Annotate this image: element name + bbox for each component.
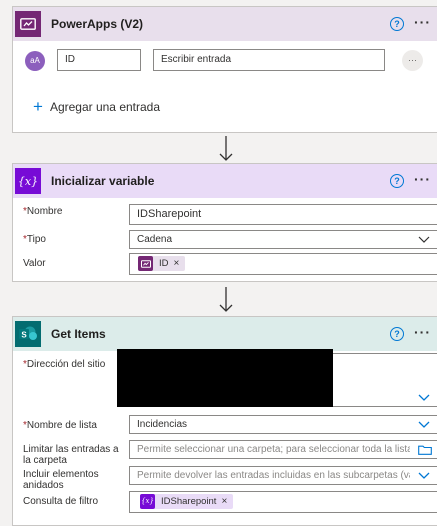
- powerapps-icon: [138, 256, 153, 271]
- redacted-block: [117, 349, 333, 407]
- variable-type-select[interactable]: Cadena: [129, 230, 437, 249]
- powerapps-icon: [15, 11, 41, 37]
- help-icon[interactable]: ?: [390, 174, 404, 188]
- powerapps-trigger-card: PowerApps (V2) ? ··· aA ID Escribir entr…: [12, 6, 437, 133]
- input-description-field[interactable]: Escribir entrada: [153, 49, 385, 71]
- name-label-text: Nombre: [26, 206, 63, 217]
- sharepoint-icon-letter: S: [21, 331, 27, 340]
- sharepoint-icon: S: [15, 321, 41, 347]
- name-label: *Nombre: [23, 206, 62, 217]
- flow-arrow-icon: [219, 136, 233, 161]
- add-input-label: Agregar una entrada: [49, 100, 161, 114]
- more-options-icon[interactable]: ···: [414, 171, 431, 187]
- plus-icon: +: [33, 97, 43, 116]
- type-value: Cadena: [137, 234, 173, 245]
- limit-folder-input[interactable]: Permite seleccionar una carpeta; para se…: [129, 440, 437, 459]
- variable-name-input[interactable]: IDSharepoint: [129, 204, 437, 225]
- token-label: IDSharepoint: [161, 496, 217, 507]
- filter-query-label: Consulta de filtro: [23, 496, 98, 507]
- text-input-type-icon: aA: [25, 51, 45, 71]
- filter-query-input[interactable]: {x} IDSharepoint ×: [129, 491, 437, 513]
- input-name-field[interactable]: ID: [57, 49, 141, 71]
- chevron-down-icon[interactable]: [418, 421, 430, 429]
- card-title: PowerApps (V2): [51, 17, 144, 31]
- help-icon[interactable]: ?: [390, 17, 404, 31]
- help-icon[interactable]: ?: [390, 327, 404, 341]
- dynamic-content-token[interactable]: ID ×: [138, 255, 186, 272]
- card-title: Get Items: [51, 327, 106, 341]
- value-label-text: Valor: [23, 258, 46, 269]
- get-items-header[interactable]: S Get Items ? ···: [13, 317, 437, 351]
- more-options-icon[interactable]: ···: [414, 14, 431, 30]
- variable-icon: {x}: [15, 168, 41, 194]
- list-name-label: *Nombre de lista: [23, 420, 97, 431]
- include-nested-placeholder: Permite devolver las entradas incluidas …: [137, 470, 410, 481]
- folder-icon[interactable]: [418, 445, 432, 455]
- limit-folder-label: Limitar las entradas a la carpeta: [23, 444, 127, 466]
- card-title: Inicializar variable: [51, 174, 155, 188]
- more-options-icon[interactable]: ···: [414, 324, 431, 340]
- chevron-down-icon[interactable]: [418, 394, 430, 402]
- chevron-down-icon[interactable]: [418, 472, 430, 480]
- input-row: aA ID Escribir entrada ···: [13, 49, 437, 73]
- chevron-down-icon[interactable]: [418, 236, 430, 244]
- list-name-label-text: Nombre de lista: [26, 420, 97, 431]
- limit-folder-label-text: Limitar las entradas a la carpeta: [23, 444, 119, 466]
- flow-arrow-icon: [219, 287, 233, 312]
- get-items-card: S Get Items ? ··· *Dirección del sitio *…: [12, 316, 437, 526]
- token-remove-icon[interactable]: ×: [174, 255, 180, 272]
- token-label: ID: [159, 258, 169, 269]
- row-more-options-icon[interactable]: ···: [402, 50, 423, 71]
- value-label: Valor: [23, 258, 46, 269]
- include-nested-label: Incluir elementos anidados: [23, 469, 127, 491]
- initialize-variable-card: {x} Inicializar variable ? ··· *Nombre I…: [12, 163, 437, 282]
- powerapps-card-header[interactable]: PowerApps (V2) ? ···: [13, 7, 437, 41]
- token-remove-icon[interactable]: ×: [221, 493, 227, 510]
- site-address-label: *Dirección del sitio: [23, 359, 105, 370]
- site-address-select[interactable]: [117, 349, 437, 407]
- include-nested-label-text: Incluir elementos anidados: [23, 469, 99, 491]
- type-label-text: Tipo: [26, 234, 46, 245]
- type-label: *Tipo: [23, 234, 46, 245]
- include-nested-select[interactable]: Permite devolver las entradas incluidas …: [129, 466, 437, 485]
- dynamic-content-token[interactable]: {x} IDSharepoint ×: [140, 493, 234, 510]
- list-name-select[interactable]: Incidencias: [129, 415, 437, 434]
- limit-folder-placeholder: Permite seleccionar una carpeta; para se…: [137, 444, 410, 455]
- add-input-button[interactable]: + Agregar una entrada: [33, 97, 161, 116]
- filter-query-label-text: Consulta de filtro: [23, 496, 99, 507]
- variable-value-input[interactable]: ID ×: [129, 253, 437, 275]
- variable-icon: {x}: [140, 494, 155, 509]
- list-name-value: Incidencias: [137, 419, 188, 430]
- initialize-variable-header[interactable]: {x} Inicializar variable ? ···: [13, 164, 437, 198]
- site-address-label-text: Dirección del sitio: [26, 359, 106, 370]
